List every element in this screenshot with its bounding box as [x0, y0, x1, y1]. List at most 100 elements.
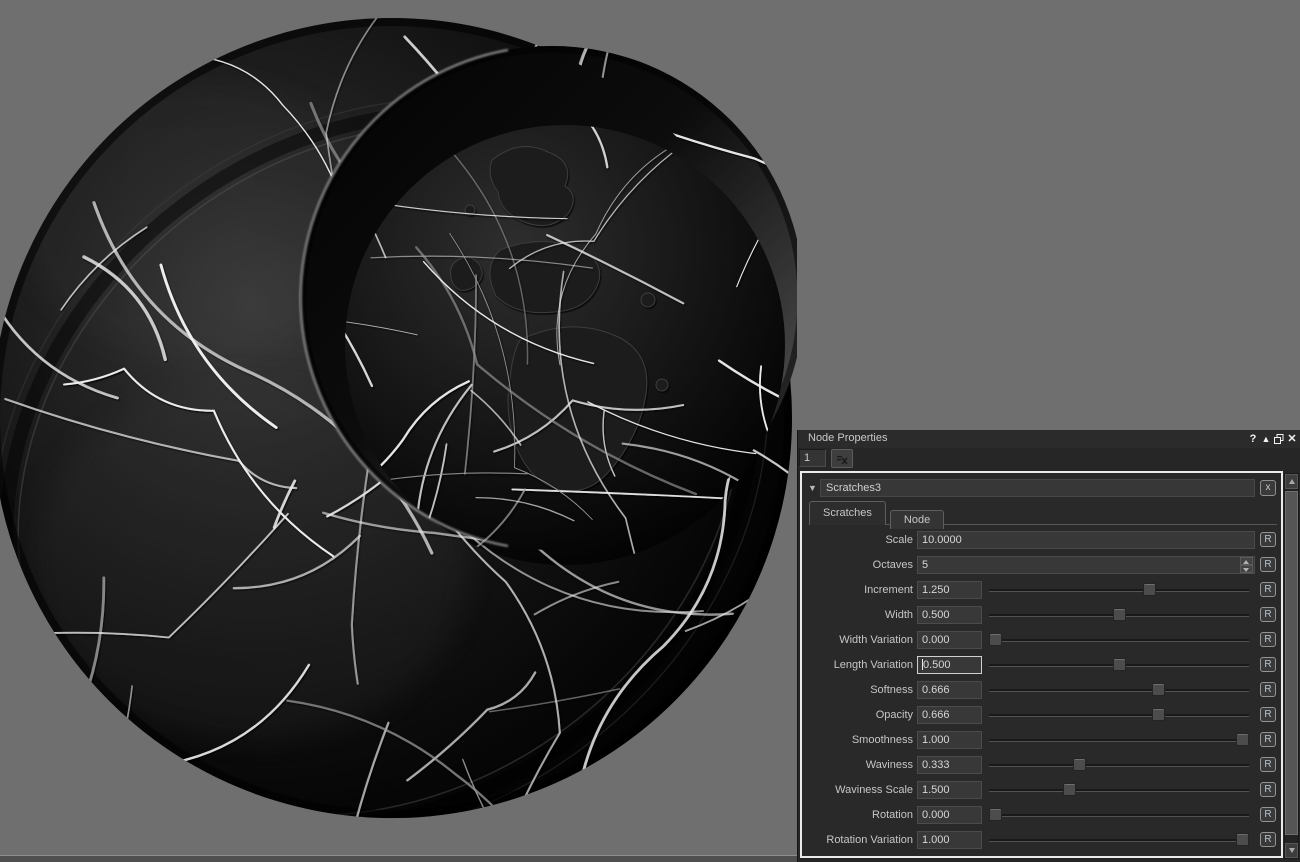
node-index-field[interactable]: 1	[799, 449, 826, 467]
panel-titlebar[interactable]: Node Properties ? ▲ ✕	[798, 430, 1300, 448]
param-label: Rotation	[872, 808, 913, 821]
close-icon[interactable]: ✕	[1286, 432, 1298, 446]
increment-slider[interactable]	[989, 581, 1249, 598]
width-slider[interactable]	[989, 606, 1249, 623]
waviness-scale-slider[interactable]	[989, 781, 1249, 798]
slider-handle[interactable]	[989, 633, 1002, 646]
reset-softness-button[interactable]: R	[1260, 682, 1276, 697]
clear-selection-button[interactable]	[831, 449, 853, 468]
panel-scrollbar[interactable]	[1284, 473, 1299, 859]
param-value: 1.500	[922, 783, 950, 796]
param-value: 0.500	[922, 608, 950, 621]
waviness-slider[interactable]	[989, 756, 1249, 773]
reset-width-variation-button[interactable]: R	[1260, 632, 1276, 647]
rotation-slider[interactable]	[989, 806, 1249, 823]
rotation-variation-slider[interactable]	[989, 831, 1249, 848]
titlebar-buttons: ? ▲ ✕	[1247, 431, 1298, 446]
reset-waviness-scale-button[interactable]: R	[1260, 782, 1276, 797]
param-value: 0.666	[922, 708, 950, 721]
length-variation-slider[interactable]	[989, 656, 1249, 673]
collapse-group-icon[interactable]: ▼	[805, 483, 820, 493]
waviness-input[interactable]: 0.333	[917, 755, 982, 774]
restore-window-icon[interactable]	[1273, 432, 1285, 446]
spinner-control	[1240, 556, 1253, 573]
waviness-scale-input[interactable]: 1.500	[917, 780, 982, 799]
reset-waviness-button[interactable]: R	[1260, 757, 1276, 772]
clear-list-icon	[837, 455, 848, 465]
reset-scale-button[interactable]: R	[1260, 532, 1276, 547]
node-group-scratches3: ▼ Scratches3 x ScratchesNode Scale 10.000…	[800, 471, 1283, 858]
slider-handle[interactable]	[1152, 708, 1166, 721]
softness-input[interactable]: 0.666	[917, 680, 982, 699]
help-icon[interactable]: ?	[1247, 432, 1259, 446]
shader-ball-preview	[0, 0, 797, 862]
width-variation-input[interactable]: 0.000	[917, 630, 982, 649]
param-row-waviness-scale: Waviness Scale 1.500 R	[802, 777, 1281, 802]
collapse-panel-icon[interactable]: ▲	[1260, 432, 1272, 446]
3d-preview-viewport[interactable]	[0, 0, 797, 862]
slider-track[interactable]	[989, 714, 1249, 717]
length-variation-input[interactable]: 0.500	[917, 655, 982, 674]
rotation-input[interactable]: 0.000	[917, 805, 982, 824]
spin-up-icon[interactable]	[1240, 556, 1253, 565]
slider-handle[interactable]	[1112, 608, 1126, 621]
increment-input[interactable]: 1.250	[917, 580, 982, 599]
softness-slider[interactable]	[989, 681, 1249, 698]
width-variation-slider[interactable]	[989, 631, 1249, 648]
slider-handle[interactable]	[1112, 658, 1126, 671]
slider-track[interactable]	[989, 839, 1249, 842]
spin-down-icon[interactable]	[1240, 564, 1253, 573]
rotation-variation-input[interactable]: 1.000	[917, 830, 982, 849]
slider-handle[interactable]	[1072, 758, 1086, 771]
slider-track[interactable]	[989, 789, 1249, 792]
param-label: Length Variation	[833, 658, 913, 671]
tab-scratches[interactable]: Scratches	[809, 501, 886, 525]
reset-length-variation-button[interactable]: R	[1260, 657, 1276, 672]
reset-width-button[interactable]: R	[1260, 607, 1276, 622]
param-value: 5	[922, 558, 929, 571]
scroll-down-icon[interactable]	[1285, 843, 1298, 858]
slider-handle[interactable]	[1063, 783, 1077, 796]
slider-handle[interactable]	[1236, 733, 1249, 746]
scrollbar-thumb[interactable]	[1285, 491, 1298, 835]
octaves-input[interactable]: 5	[917, 555, 1255, 574]
slider-track[interactable]	[989, 739, 1249, 742]
remove-node-button[interactable]: x	[1260, 479, 1276, 496]
reset-rotation-button[interactable]: R	[1260, 807, 1276, 822]
opacity-input[interactable]: 0.666	[917, 705, 982, 724]
smoothness-slider[interactable]	[989, 731, 1249, 748]
slider-track[interactable]	[989, 764, 1249, 767]
slider-handle[interactable]	[989, 808, 1002, 821]
param-value: 10.0000	[922, 533, 962, 546]
param-label: Smoothness	[851, 733, 913, 746]
smoothness-input[interactable]: 1.000	[917, 730, 982, 749]
node-name-field[interactable]: Scratches3	[820, 478, 1255, 497]
param-row-rotation: Rotation 0.000 R	[802, 802, 1281, 827]
slider-track[interactable]	[989, 639, 1249, 642]
param-label: Waviness	[865, 758, 913, 771]
param-label: Width	[884, 608, 913, 621]
slider-handle[interactable]	[1236, 833, 1249, 846]
reset-smoothness-button[interactable]: R	[1260, 732, 1276, 747]
reset-rotation-variation-button[interactable]: R	[1260, 832, 1276, 847]
param-row-waviness: Waviness 0.333 R	[802, 752, 1281, 777]
node-group-header: ▼ Scratches3 x	[805, 478, 1276, 497]
slider-track[interactable]	[989, 689, 1249, 692]
scale-input[interactable]: 10.0000	[917, 530, 1255, 549]
reset-opacity-button[interactable]: R	[1260, 707, 1276, 722]
param-value: 0.333	[922, 758, 950, 771]
slider-track[interactable]	[989, 589, 1249, 592]
scroll-up-icon[interactable]	[1285, 474, 1298, 489]
opacity-slider[interactable]	[989, 706, 1249, 723]
param-row-softness: Softness 0.666 R	[802, 677, 1281, 702]
reset-octaves-button[interactable]: R	[1260, 557, 1276, 572]
slider-handle[interactable]	[1152, 683, 1166, 696]
param-value: 0.000	[922, 633, 950, 646]
tab-node[interactable]: Node	[889, 510, 945, 529]
slider-track[interactable]	[989, 814, 1249, 817]
reset-increment-button[interactable]: R	[1260, 582, 1276, 597]
param-row-width-variation: Width Variation 0.000 R	[802, 627, 1281, 652]
width-input[interactable]: 0.500	[917, 605, 982, 624]
slider-handle[interactable]	[1143, 583, 1157, 596]
param-label: Waviness Scale	[835, 783, 913, 796]
